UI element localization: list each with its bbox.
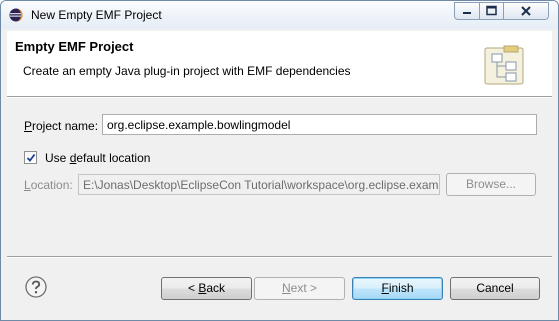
minimize-icon [463,12,471,14]
maximize-button[interactable] [479,2,504,20]
location-input[interactable]: E:\Jonas\Desktop\EclipseCon Tutorial\wor… [78,174,440,195]
help-icon[interactable] [25,276,47,301]
banner-separator [7,96,552,98]
minimize-button[interactable] [454,2,480,20]
use-default-location-label[interactable]: Use default location [45,151,150,165]
wizard-title: Empty EMF Project [15,39,134,54]
eclipse-icon [9,8,23,22]
project-name-input[interactable]: org.eclipse.example.bowlingmodel [102,114,537,135]
close-button[interactable] [503,2,549,20]
dialog-window: New Empty EMF Project Empty EMF Project … [0,0,559,321]
cancel-button[interactable]: Cancel [450,277,540,300]
wizard-description: Create an empty Java plug-in project wit… [23,64,351,78]
maximize-icon [486,5,497,16]
next-button[interactable]: Next > [254,277,345,300]
checkmark-icon [26,153,36,162]
wizard-banner: Empty EMF Project Create an empty Java p… [7,31,552,96]
browse-button[interactable]: Browse... [446,173,536,196]
finish-button[interactable]: Finish [352,277,443,300]
back-button[interactable]: < Back [161,277,252,300]
use-default-location-checkbox[interactable] [24,151,37,164]
close-icon [521,6,531,16]
location-label: Location: [24,178,73,192]
project-hierarchy-icon [484,44,528,91]
title-bar[interactable]: New Empty EMF Project [1,1,558,29]
button-bar-separator [7,256,552,258]
window-title: New Empty EMF Project [31,8,162,22]
project-name-label: Project name: [24,119,99,133]
